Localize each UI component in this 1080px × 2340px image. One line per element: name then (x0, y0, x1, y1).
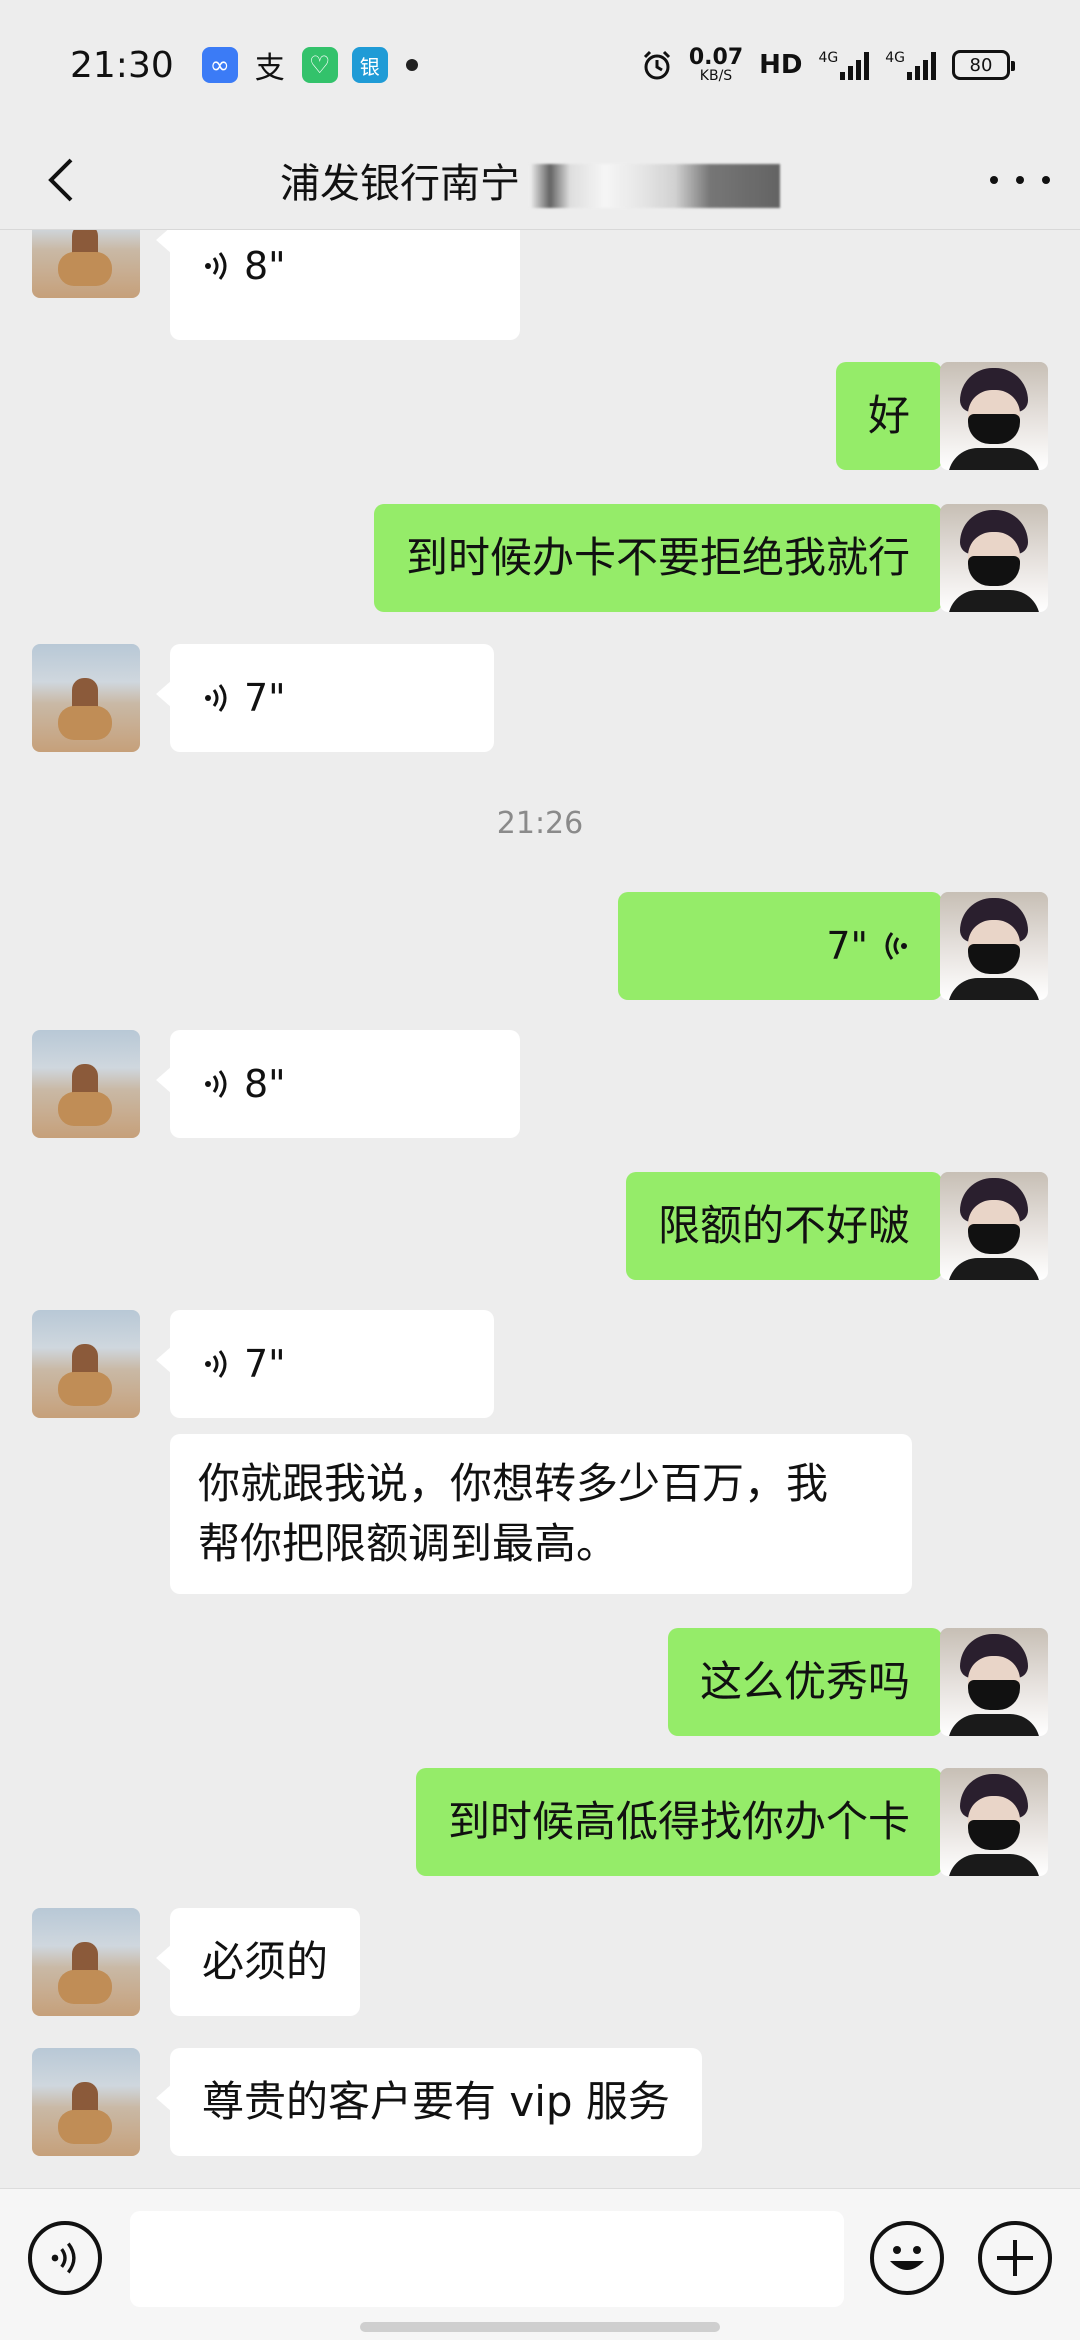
message-text: 这么优秀吗 (699, 1657, 910, 1706)
voice-wave-icon (205, 252, 227, 280)
my-avatar[interactable] (940, 1768, 1048, 1876)
my-avatar[interactable] (940, 892, 1048, 1000)
hd-label: HD (759, 50, 803, 80)
status-bar: 21:30 ∞ 支 ♡ 银 0.07 KB/S HD 4G 4G 80 (0, 0, 1080, 130)
more-options-button[interactable] (990, 164, 1050, 196)
contact-avatar[interactable] (32, 1310, 140, 1418)
voice-message: 8" (202, 1054, 488, 1114)
message-text: 到时候高低得找你办个卡 (447, 1797, 910, 1846)
contact-avatar[interactable] (32, 230, 140, 298)
text-message-bubble[interactable]: 你就跟我说，你想转多少百万，我 帮你把限额调到最高。 (170, 1434, 912, 1594)
text-message-bubble[interactable]: 到时候办卡不要拒绝我就行 (373, 504, 957, 612)
voice-message-bubble[interactable]: 7" (156, 1310, 494, 1418)
back-button[interactable] (34, 154, 86, 206)
text-message-bubble[interactable]: 必须的 (155, 1908, 361, 2016)
chat-header: 浦发银行南宁 (0, 130, 1080, 230)
voice-wave-icon (205, 1070, 227, 1098)
my-avatar[interactable] (940, 1628, 1048, 1736)
battery-icon: 80 (952, 50, 1015, 80)
redacted-title-part (530, 163, 780, 208)
status-notification-icons: ∞ 支 ♡ 银 (201, 47, 418, 86)
chevron-left-icon (48, 158, 73, 202)
voice-message-bubble[interactable]: 8" (156, 230, 520, 340)
voice-message: 7" (202, 668, 462, 728)
smiley-icon (890, 2246, 924, 2270)
chat-title: 浦发银行南宁 (280, 151, 800, 209)
signal-icon-1: 4G (818, 50, 870, 80)
network-speed: 0.07 KB/S (688, 45, 744, 84)
status-time: 21:30 (70, 44, 174, 86)
voice-input-toggle-button[interactable] (28, 2221, 102, 2295)
message-text: 好 (867, 391, 910, 440)
voice-message-bubble[interactable]: 7" (618, 892, 956, 1000)
alipay-icon: 支 (254, 51, 285, 86)
text-message-bubble[interactable]: 尊贵的客户要有 vip 服务 (156, 2048, 702, 2156)
voice-duration: 7" (244, 1342, 286, 1386)
voice-message: 8" (202, 236, 488, 296)
chat-input-bar (0, 2188, 1080, 2340)
voice-wave-icon (205, 684, 227, 712)
plus-icon (997, 2240, 1033, 2276)
message-text: 限额的不好啵 (657, 1201, 910, 1250)
chat-title-text: 浦发银行南宁 (280, 160, 520, 207)
text-message-bubble[interactable]: 这么优秀吗 (667, 1628, 957, 1736)
voice-message-bubble[interactable]: 8" (156, 1030, 520, 1138)
my-avatar[interactable] (940, 1172, 1048, 1280)
my-avatar[interactable] (940, 362, 1048, 470)
contact-avatar[interactable] (32, 2048, 140, 2156)
message-text: 到时候办卡不要拒绝我就行 (405, 533, 910, 582)
time-divider: 21:26 (496, 806, 584, 841)
alarm-icon (643, 50, 670, 80)
more-functions-button[interactable] (978, 2221, 1052, 2295)
message-input[interactable] (130, 2211, 844, 2307)
voice-duration: 8" (244, 1062, 286, 1106)
dot (1042, 176, 1050, 184)
text-message-bubble[interactable]: 限额的不好啵 (625, 1172, 957, 1280)
voice-duration: 8" (244, 244, 286, 288)
message-text: 尊贵的客户要有 vip 服务 (202, 2077, 670, 2126)
contact-avatar[interactable] (32, 644, 140, 752)
message-text-line: 你就跟我说，你想转多少百万，我 (198, 1459, 829, 1508)
voice-wave-icon (51, 2242, 76, 2274)
voice-duration: 7" (244, 676, 286, 720)
dot (990, 176, 998, 184)
message-text-line: 帮你把限额调到最高。 (198, 1519, 619, 1568)
my-avatar[interactable] (940, 504, 1048, 612)
text-message-bubble[interactable]: 好 (835, 362, 957, 470)
text-message-bubble[interactable]: 到时候高低得找你办个卡 (415, 1768, 957, 1876)
voice-wave-icon (205, 1350, 227, 1378)
voice-message: 7" (650, 916, 910, 976)
status-indicators: 0.07 KB/S HD 4G 4G 80 (641, 45, 1015, 84)
voice-wave-icon (885, 932, 907, 960)
signal-icon-2: 4G (885, 50, 936, 80)
contact-avatar[interactable] (32, 1908, 140, 2016)
voice-message-bubble[interactable]: 7" (156, 644, 494, 752)
more-notifications-dot (405, 59, 418, 71)
home-indicator[interactable] (360, 2322, 720, 2332)
dot (1016, 176, 1024, 184)
emoji-button[interactable] (870, 2221, 944, 2295)
voice-duration: 7" (826, 924, 868, 968)
voice-message: 7" (202, 1334, 462, 1394)
message-text: 必须的 (202, 1937, 329, 1986)
bank-app-icon: 银 (351, 47, 388, 83)
green-app-icon: ♡ (301, 47, 338, 83)
infinity-app-icon: ∞ (201, 47, 238, 83)
chat-message-list[interactable]: 8" 好 到时候办卡不要拒绝我就行 7" 21:26 7" 8" 限额的不好啵 … (0, 230, 1080, 2188)
contact-avatar[interactable] (32, 1030, 140, 1138)
